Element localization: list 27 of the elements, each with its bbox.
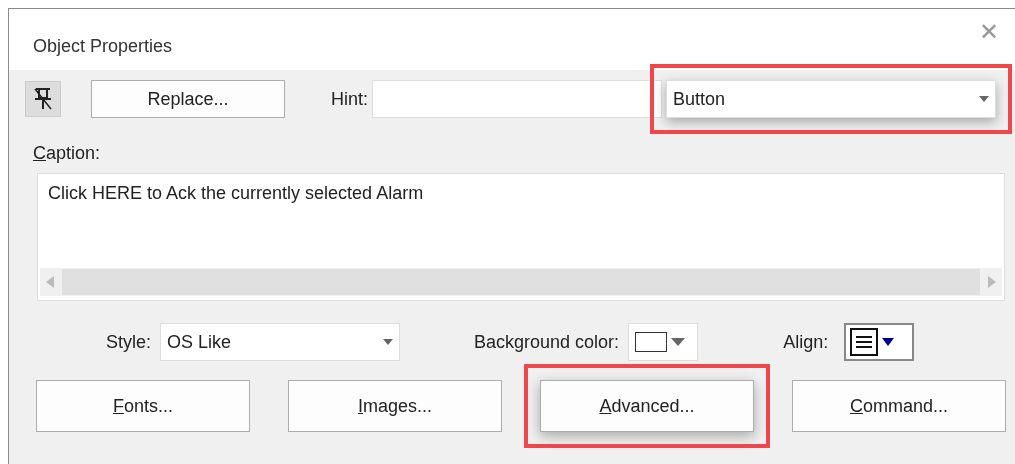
horizontal-scrollbar[interactable] <box>40 268 1002 296</box>
align-lines-icon <box>850 328 879 356</box>
pin-icon <box>33 87 53 111</box>
dialog-button[interactable]: Images... <box>288 380 502 432</box>
dropdown-arrow-icon <box>882 338 895 346</box>
align-button[interactable] <box>844 323 915 361</box>
style-label: Style: <box>106 330 152 354</box>
scroll-right-icon <box>988 276 996 288</box>
dropdown-arrow-icon <box>979 96 989 102</box>
replace-button[interactable]: Replace... <box>91 80 285 118</box>
dropdown-arrow-icon <box>671 338 686 346</box>
background-color-label: Background color: <box>474 330 620 354</box>
hint-field[interactable] <box>372 80 662 118</box>
type-dropdown[interactable]: Button <box>666 80 996 118</box>
dialog-button[interactable]: Advanced... <box>540 380 754 432</box>
window-title: Object Properties <box>33 35 173 58</box>
hint-label: Hint: <box>331 87 368 111</box>
pin-button[interactable] <box>25 81 61 117</box>
dialog-button[interactable]: Fonts... <box>36 380 250 432</box>
color-picker-button[interactable] <box>628 323 699 361</box>
align-label: Align: <box>783 330 829 354</box>
caption-field[interactable]: Click HERE to Ack the currently selected Alarm <box>37 173 1005 301</box>
dialog-button[interactable]: Command... <box>792 380 1006 432</box>
caption-label: Caption: <box>33 143 101 163</box>
style-dropdown[interactable]: OS Like <box>160 323 401 361</box>
scroll-left-icon <box>46 276 54 288</box>
dropdown-arrow-icon <box>383 339 394 345</box>
